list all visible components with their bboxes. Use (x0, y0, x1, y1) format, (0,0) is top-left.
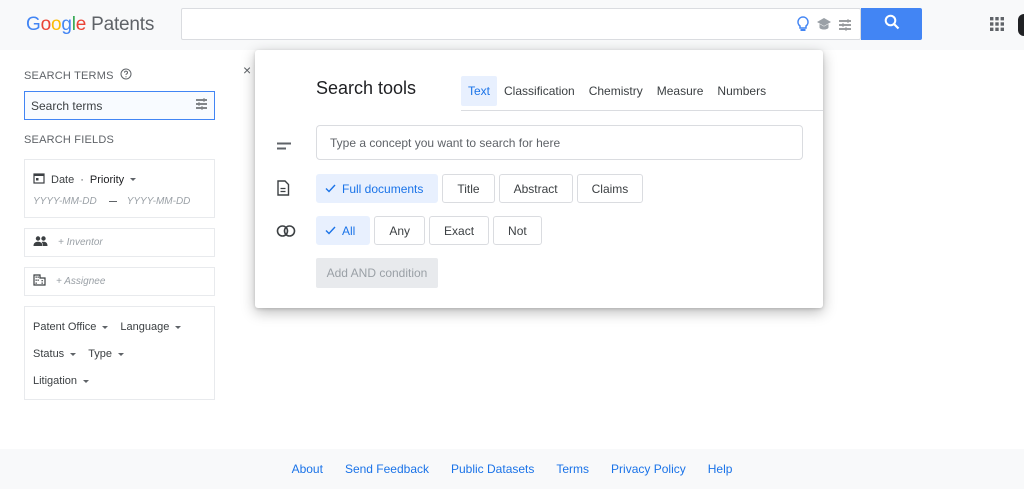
chip-exact[interactable]: Exact (429, 216, 490, 245)
date-field-card: Date · Priority YYYY-MM-DD YYYY-MM-DD (24, 159, 215, 218)
chip-abstract[interactable]: Abstract (498, 174, 573, 203)
concept-input[interactable] (316, 125, 803, 160)
dialog-title: Search tools (316, 78, 417, 98)
language-label: Language (120, 321, 170, 333)
logo-letter: o (50, 14, 62, 35)
chip-claims[interactable]: Claims (576, 174, 644, 203)
status-dropdown[interactable]: Status (33, 347, 77, 361)
chevron-down-icon (83, 379, 90, 383)
search-terms-placeholder: Search terms (31, 98, 103, 113)
people-icon (33, 236, 48, 249)
chevron-down-icon (102, 325, 109, 329)
overlapping-circles-icon (276, 224, 296, 242)
logo-letter: G (26, 14, 41, 35)
chip-not[interactable]: Not (493, 216, 542, 245)
add-and-condition-button[interactable]: Add AND condition (316, 258, 438, 288)
chevron-down-icon (175, 325, 182, 329)
inventor-placeholder: + Inventor (58, 237, 103, 248)
logo-letter: e (75, 14, 87, 35)
date-range-dash (108, 201, 117, 202)
close-icon[interactable]: × (243, 62, 251, 78)
tune-icon[interactable] (838, 18, 852, 36)
top-bar: Google Patents (0, 0, 1024, 50)
footer-link-terms[interactable]: Terms (556, 462, 589, 476)
main-search-input[interactable] (182, 9, 782, 39)
product-name: Patents (91, 14, 155, 35)
document-icon (276, 180, 290, 201)
search-tools-dialog: Search tools Text Classification Chemist… (255, 50, 823, 308)
assignee-placeholder: + Assignee (56, 276, 106, 287)
chip-any[interactable]: Any (374, 216, 426, 245)
footer-link-help[interactable]: Help (708, 462, 733, 476)
search-button[interactable] (861, 8, 922, 40)
type-dropdown[interactable]: Type (88, 347, 125, 361)
tab-classification[interactable]: Classification (497, 76, 582, 106)
date-from-input[interactable]: YYYY-MM-DD (33, 196, 97, 207)
footer-link-public-datasets[interactable]: Public Datasets (451, 462, 534, 476)
litigation-dropdown[interactable]: Litigation (33, 374, 90, 388)
apps-grid-icon[interactable] (990, 17, 1004, 36)
type-label: Type (88, 348, 113, 360)
date-to-input[interactable]: YYYY-MM-DD (127, 196, 191, 207)
chip-all[interactable]: All (316, 216, 371, 245)
search-icon (884, 14, 900, 35)
footer-link-send-feedback[interactable]: Send Feedback (345, 462, 429, 476)
search-terms-heading: SEARCH TERMS (24, 68, 215, 83)
assignee-field[interactable]: + Assignee (24, 267, 215, 296)
tab-chemistry[interactable]: Chemistry (582, 76, 650, 106)
patent-office-dropdown[interactable]: Patent Office (33, 320, 109, 334)
tab-text[interactable]: Text (461, 76, 498, 106)
litigation-label: Litigation (33, 375, 78, 387)
account-avatar[interactable] (1018, 14, 1024, 36)
filters-card: Patent Office Language Status Type Litig… (24, 306, 215, 400)
chevron-down-icon (70, 352, 77, 356)
check-icon (325, 224, 336, 238)
footer-link-privacy-policy[interactable]: Privacy Policy (611, 462, 686, 476)
chevron-down-icon (130, 178, 137, 181)
footer: About Send Feedback Public Datasets Term… (0, 449, 1024, 489)
date-type-value: Priority (89, 173, 125, 186)
search-terms-input[interactable]: Search terms (24, 91, 215, 120)
logo-letter: o (40, 14, 52, 35)
date-separator: · (80, 173, 84, 186)
search-fields-label: SEARCH FIELDS (24, 134, 115, 146)
tabs-divider (461, 110, 823, 111)
patent-office-label: Patent Office (33, 321, 97, 333)
search-sidebar: SEARCH TERMS Search terms SEARCH FIELDS (24, 68, 215, 146)
short-text-icon (276, 138, 292, 156)
language-dropdown[interactable]: Language (120, 320, 182, 334)
lightbulb-icon[interactable] (796, 16, 810, 37)
tune-icon[interactable] (195, 98, 208, 113)
building-icon (33, 274, 46, 289)
status-label: Status (33, 348, 65, 360)
scope-chips: Full documents Title Abstract Claims (316, 174, 644, 203)
chip-label: All (342, 223, 356, 238)
chip-title[interactable]: Title (442, 174, 495, 203)
graduation-cap-icon[interactable] (816, 17, 832, 36)
match-chips: All Any Exact Not (316, 216, 542, 245)
check-icon (325, 182, 336, 196)
help-icon[interactable] (120, 68, 132, 83)
main-search-box (181, 8, 861, 40)
search-terms-label: SEARCH TERMS (24, 69, 114, 82)
search-tools-tabs: Text Classification Chemistry Measure Nu… (461, 76, 773, 106)
chip-label: Full documents (342, 181, 424, 196)
chevron-down-icon (118, 352, 125, 356)
google-patents-logo[interactable]: Google Patents (26, 14, 154, 36)
date-label: Date (51, 173, 75, 186)
tab-numbers[interactable]: Numbers (710, 76, 773, 106)
inventor-field[interactable]: + Inventor (24, 228, 215, 257)
logo-letter: g (61, 14, 72, 35)
tab-measure[interactable]: Measure (650, 76, 711, 106)
footer-link-about[interactable]: About (292, 462, 323, 476)
calendar-icon (33, 172, 45, 187)
date-type-dropdown[interactable]: Priority (89, 173, 137, 187)
chip-full-documents[interactable]: Full documents (316, 174, 439, 203)
